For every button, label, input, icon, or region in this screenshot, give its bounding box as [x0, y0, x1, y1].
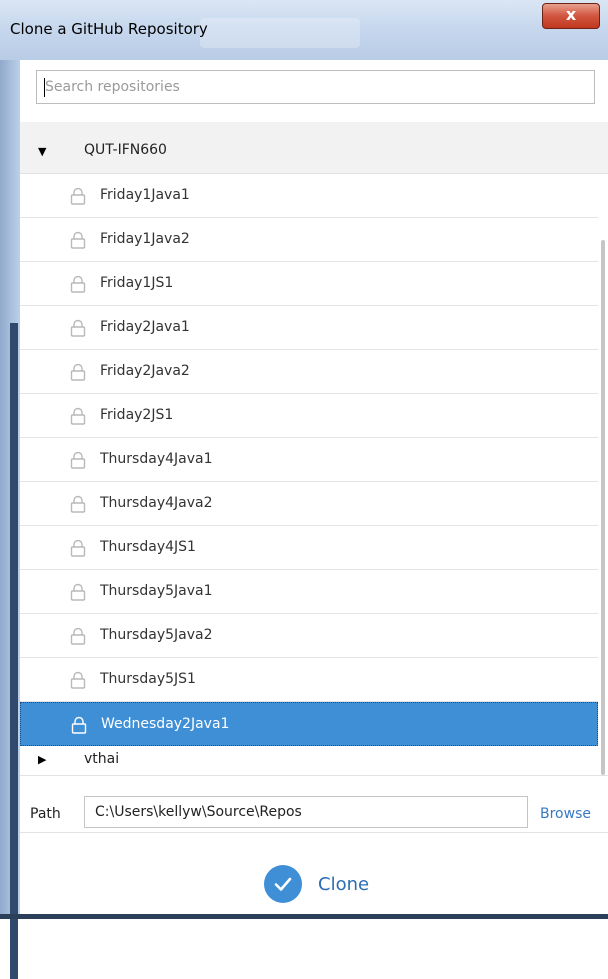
repo-item[interactable]: Friday2JS1	[20, 394, 598, 438]
path-value: C:\Users\kellyw\Source\Repos	[95, 804, 302, 820]
path-label: Path	[30, 806, 61, 822]
repo-name: Friday2Java1	[100, 319, 190, 335]
repo-item[interactable]: Thursday5Java1	[20, 570, 598, 614]
repo-item[interactable]: Friday2Java2	[20, 350, 598, 394]
scrollbar-thumb[interactable]	[601, 240, 605, 775]
group-label: vthai	[84, 751, 120, 767]
checkmark-icon	[264, 865, 302, 903]
repo-name: Friday1Java2	[100, 231, 190, 247]
group-header-qut-ifn660[interactable]: ▼ QUT-IFN660	[20, 130, 608, 174]
search-box[interactable]	[36, 70, 595, 104]
caret-down-icon[interactable]: ▼	[38, 145, 46, 158]
repo-item[interactable]: Thursday4Java1	[20, 438, 598, 482]
close-icon: x	[565, 5, 577, 24]
repo-name: Thursday5Java1	[100, 583, 213, 599]
repo-item[interactable]: Friday1Java2	[20, 218, 598, 262]
search-input[interactable]	[37, 71, 594, 103]
window-frame-left	[0, 60, 20, 979]
window-frame-bottom	[0, 914, 608, 919]
close-button[interactable]: x	[542, 3, 600, 29]
repo-item[interactable]: Wednesday2Java1	[20, 702, 598, 746]
lock-icon	[70, 319, 86, 337]
repo-name: Thursday5Java2	[100, 627, 213, 643]
lock-icon	[71, 716, 87, 734]
repo-name: Thursday4Java2	[100, 495, 213, 511]
repo-name: Friday1JS1	[100, 275, 174, 291]
lock-icon	[70, 583, 86, 601]
scrollbar[interactable]	[598, 240, 608, 775]
caret-right-icon[interactable]: ▶	[38, 753, 46, 766]
lock-icon	[70, 363, 86, 381]
text-caret	[44, 78, 45, 97]
lock-icon	[70, 275, 86, 293]
lock-icon	[70, 495, 86, 513]
path-input[interactable]: C:\Users\kellyw\Source\Repos	[84, 796, 528, 828]
group-header-vthai[interactable]: ▶ vthai	[20, 746, 608, 776]
repo-item[interactable]: Thursday5JS1	[20, 658, 598, 702]
repo-item[interactable]: Friday1Java1	[20, 174, 598, 218]
lock-icon	[70, 627, 86, 645]
clone-button[interactable]: Clone	[264, 865, 394, 905]
background-window-edge	[10, 323, 18, 979]
clone-label: Clone	[318, 874, 370, 895]
repo-name: Wednesday2Java1	[101, 716, 230, 732]
lock-icon	[70, 187, 86, 205]
group-label: QUT-IFN660	[84, 142, 167, 158]
repo-name: Friday1Java1	[100, 187, 190, 203]
clone-dialog: Clone a GitHub Repository x ▼ QUT-IFN660 F…	[0, 0, 608, 979]
repo-name: Friday2Java2	[100, 363, 190, 379]
repo-item[interactable]: Thursday4Java2	[20, 482, 598, 526]
lock-icon	[70, 451, 86, 469]
repo-name: Thursday4Java1	[100, 451, 213, 467]
lock-icon	[70, 407, 86, 425]
repo-item[interactable]: Friday2Java1	[20, 306, 598, 350]
lock-icon	[70, 671, 86, 689]
repo-item[interactable]: Thursday5Java2	[20, 614, 598, 658]
lock-icon	[70, 231, 86, 249]
repo-name: Friday2JS1	[100, 407, 174, 423]
repo-item[interactable]: Friday1JS1	[20, 262, 598, 306]
lock-icon	[70, 539, 86, 557]
dialog-content: ▼ QUT-IFN660 Friday1Java1 Friday1Java2 Frida…	[20, 60, 608, 919]
repo-item[interactable]: Thursday4JS1	[20, 526, 598, 570]
title-bar-glow	[200, 18, 360, 48]
browse-link[interactable]: Browse	[540, 806, 591, 822]
repo-name: Thursday5JS1	[100, 671, 196, 687]
window-title: Clone a GitHub Repository	[10, 20, 208, 38]
repo-name: Thursday4JS1	[100, 539, 196, 555]
clone-footer: Clone	[20, 832, 608, 920]
title-bar[interactable]: Clone a GitHub Repository x	[0, 0, 608, 61]
